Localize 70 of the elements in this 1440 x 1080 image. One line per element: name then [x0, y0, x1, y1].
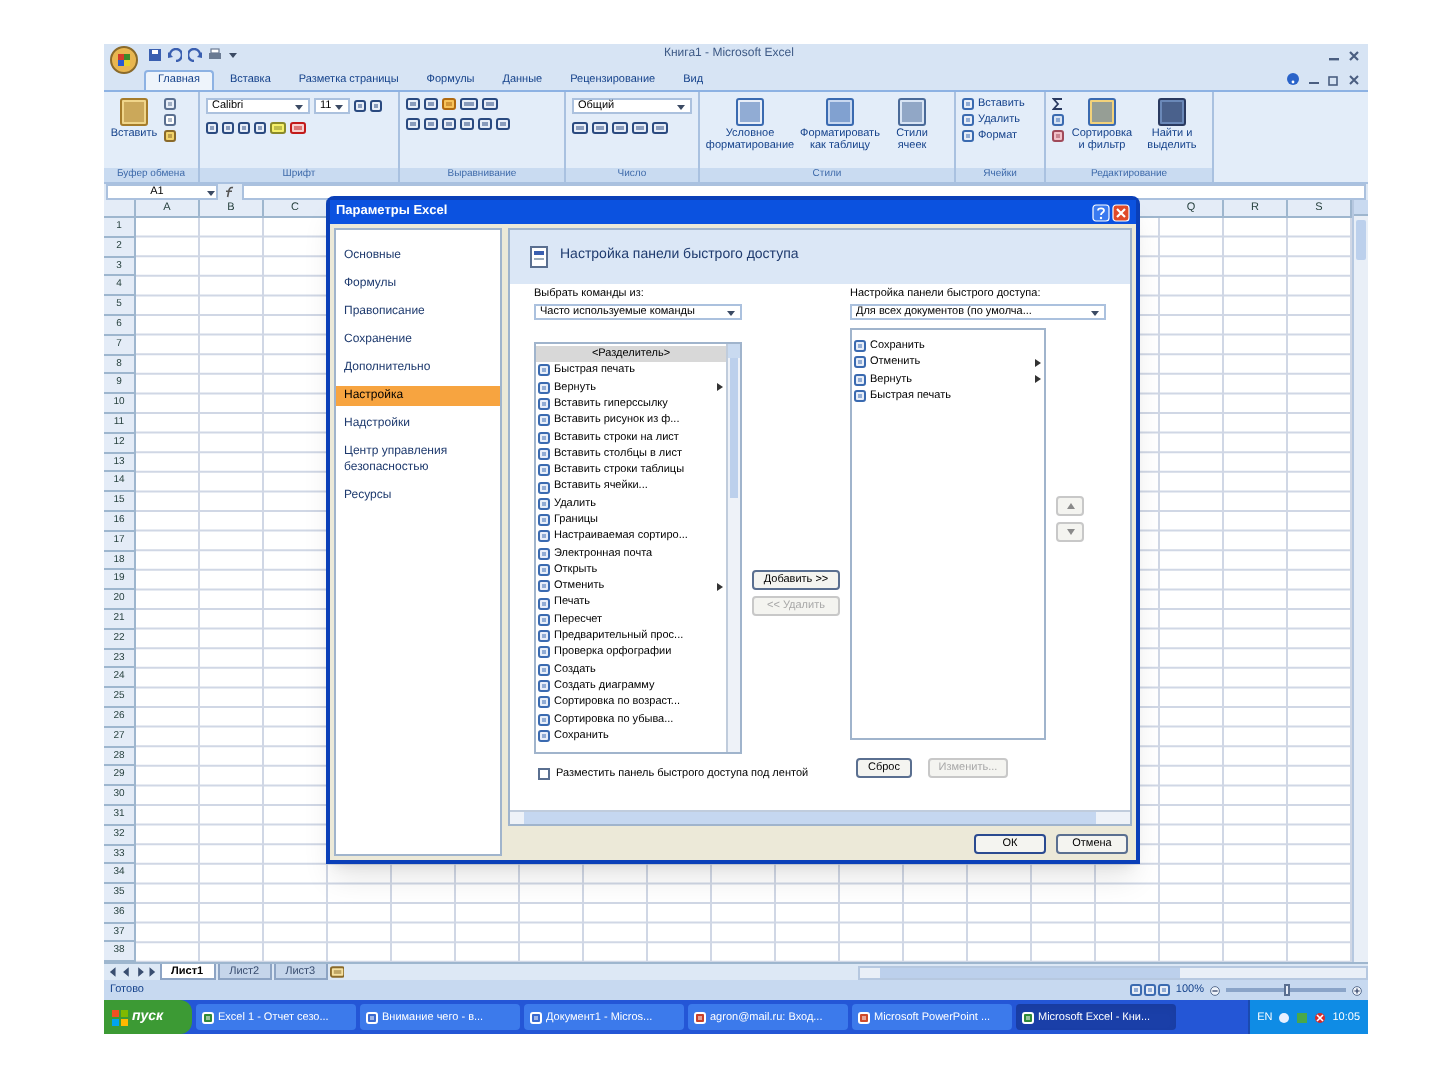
- office-logo-icon[interactable]: [110, 45, 138, 73]
- redo-icon[interactable]: [188, 48, 202, 62]
- down-arrow-icon: [1065, 528, 1075, 536]
- function-icon[interactable]: [224, 186, 236, 198]
- command-icon: [538, 447, 550, 460]
- command-icon: [538, 530, 550, 543]
- command-icon: [538, 646, 550, 659]
- zoom-in-icon[interactable]: [1352, 985, 1362, 996]
- checkbox[interactable]: [538, 768, 550, 781]
- save-icon[interactable]: [148, 48, 162, 62]
- sheet-navigation-icon[interactable]: [108, 966, 158, 979]
- command-icon: [538, 696, 550, 709]
- command-icon: [538, 630, 550, 643]
- command-icon: [538, 680, 550, 693]
- command-icon: [538, 514, 550, 527]
- submenu-arrow-icon: [716, 382, 724, 393]
- caret-icon: [334, 101, 344, 111]
- caret-icon: [676, 101, 686, 111]
- windows-flag-icon: [112, 1009, 128, 1026]
- command-icon: [538, 398, 550, 411]
- help-icon[interactable]: [1286, 72, 1300, 86]
- move-down-button[interactable]: [1056, 522, 1084, 542]
- move-up-button[interactable]: [1056, 496, 1084, 516]
- app-icon: [366, 1011, 378, 1024]
- app-icon: [202, 1011, 214, 1024]
- close-icon[interactable]: [1348, 73, 1360, 85]
- command-icon: [538, 381, 550, 394]
- command-icon: [538, 481, 550, 494]
- command-icon: [538, 431, 550, 444]
- command-icon: [538, 713, 550, 726]
- command-icon: [538, 364, 550, 377]
- command-icon: [854, 356, 866, 369]
- toolbar-document-icon: [530, 246, 550, 268]
- zoom-out-icon[interactable]: [1210, 985, 1220, 996]
- command-icon: [854, 373, 866, 386]
- command-icon: [538, 613, 550, 626]
- caret-icon: [726, 307, 736, 317]
- up-arrow-icon: [1065, 502, 1075, 510]
- zoom-slider[interactable]: [1226, 988, 1346, 993]
- list-scrollbar[interactable]: [726, 344, 740, 752]
- command-icon: [538, 547, 550, 560]
- app-icon: [530, 1011, 542, 1024]
- command-icon: [538, 564, 550, 576]
- command-icon: [538, 729, 550, 742]
- sum-icon[interactable]: [1052, 98, 1064, 110]
- tray-icon[interactable]: [1314, 1011, 1327, 1024]
- panel-horizontal-scrollbar[interactable]: [510, 810, 1130, 824]
- command-icon: [538, 597, 550, 610]
- app-icon: [1022, 1011, 1034, 1024]
- command-icon: [854, 390, 866, 403]
- caret-icon: [294, 101, 304, 111]
- close-icon[interactable]: [1348, 49, 1360, 61]
- command-icon: [538, 414, 550, 427]
- command-icon: [538, 580, 550, 593]
- app-icon: [858, 1011, 870, 1024]
- command-icon: [854, 340, 866, 353]
- help-icon[interactable]: [1092, 203, 1110, 221]
- vertical-scrollbar[interactable]: [1352, 200, 1368, 963]
- app-icon: [694, 1011, 706, 1024]
- restore-icon[interactable]: [1328, 73, 1340, 85]
- horizontal-scrollbar[interactable]: [858, 965, 1368, 980]
- customize-caret-icon: [228, 50, 238, 60]
- zoom-slider-thumb[interactable]: [1283, 984, 1289, 997]
- printer-icon[interactable]: [208, 48, 222, 62]
- caret-icon: [1090, 307, 1100, 317]
- command-icon: [538, 464, 550, 477]
- command-icon: [538, 663, 550, 676]
- submenu-arrow-icon: [716, 581, 724, 592]
- command-icon: [538, 497, 550, 510]
- undo-icon[interactable]: [168, 48, 182, 62]
